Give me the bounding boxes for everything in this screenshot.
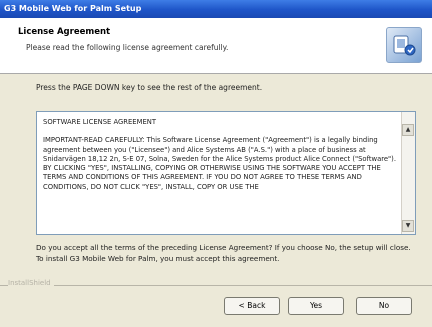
setup-icon xyxy=(386,27,422,63)
yes-button[interactable]: Yes xyxy=(288,297,344,315)
license-scrollbar[interactable]: ▲ ▼ xyxy=(401,112,415,234)
license-heading: SOFTWARE LICENSE AGREEMENT xyxy=(43,118,156,126)
license-body: IMPORTANT-READ CAREFULLY: This Software … xyxy=(43,136,396,191)
page-title: License Agreement xyxy=(18,27,111,37)
accept-question: Do you accept all the terms of the prece… xyxy=(36,243,411,263)
scroll-up-button[interactable]: ▲ xyxy=(402,124,414,136)
back-button[interactable]: < Back xyxy=(224,297,280,315)
page-subtitle: Please read the following license agreem… xyxy=(26,43,229,52)
separator xyxy=(0,285,432,286)
license-textbox[interactable]: SOFTWARE LICENSE AGREEMENT IMPORTANT-REA… xyxy=(36,111,416,235)
window-title: G3 Mobile Web for Palm Setup xyxy=(0,0,432,18)
dialog-header: License Agreement Please read the follow… xyxy=(0,18,432,74)
no-button[interactable]: No xyxy=(356,297,412,315)
scroll-down-button[interactable]: ▼ xyxy=(402,220,414,232)
installer-brand: InstallShield xyxy=(8,279,54,287)
instructions-text: Press the PAGE DOWN key to see the rest … xyxy=(36,83,263,92)
license-text: SOFTWARE LICENSE AGREEMENT IMPORTANT-REA… xyxy=(43,118,397,201)
setup-window: G3 Mobile Web for Palm Setup License Agr… xyxy=(0,0,432,327)
